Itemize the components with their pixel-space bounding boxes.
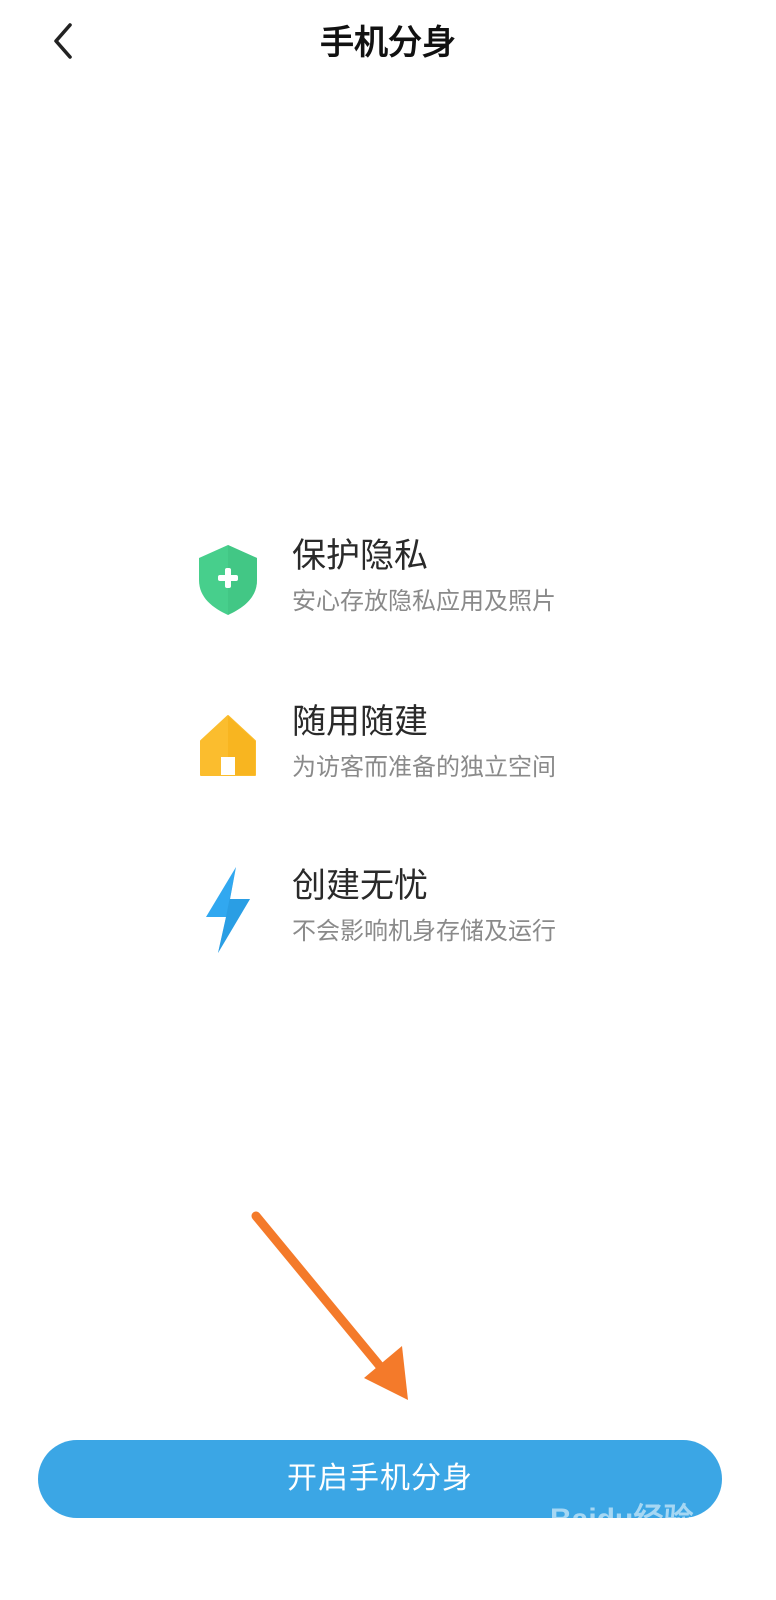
house-icon — [190, 696, 266, 796]
shield-plus-icon — [190, 530, 266, 630]
feature-privacy: 保护隐私 安心存放隐私应用及照片 — [190, 530, 610, 630]
feature-title: 随用随建 — [292, 702, 428, 742]
watermark-url: jingyan.baidu.com — [564, 1526, 661, 1540]
feature-worry-free: 创建无忧 不会影响机身存储及运行 — [190, 860, 610, 960]
feature-title: 保护隐私 — [292, 536, 428, 576]
feature-description: 安心存放隐私应用及照片 — [292, 587, 556, 615]
page-title: 手机分身 — [320, 23, 456, 63]
feature-guest-space: 随用随建 为访客而准备的独立空间 — [190, 696, 610, 796]
feature-description: 为访客而准备的独立空间 — [292, 753, 556, 781]
back-button[interactable] — [38, 18, 88, 68]
chevron-left-icon — [48, 21, 78, 65]
lightning-icon — [190, 860, 266, 960]
arrow-down-right-icon — [230, 1200, 440, 1410]
feature-title: 创建无忧 — [292, 866, 428, 906]
feature-description: 不会影响机身存储及运行 — [292, 917, 556, 945]
baidu-watermark: Baidu经验 jingyan.baidu.com — [550, 1490, 720, 1540]
